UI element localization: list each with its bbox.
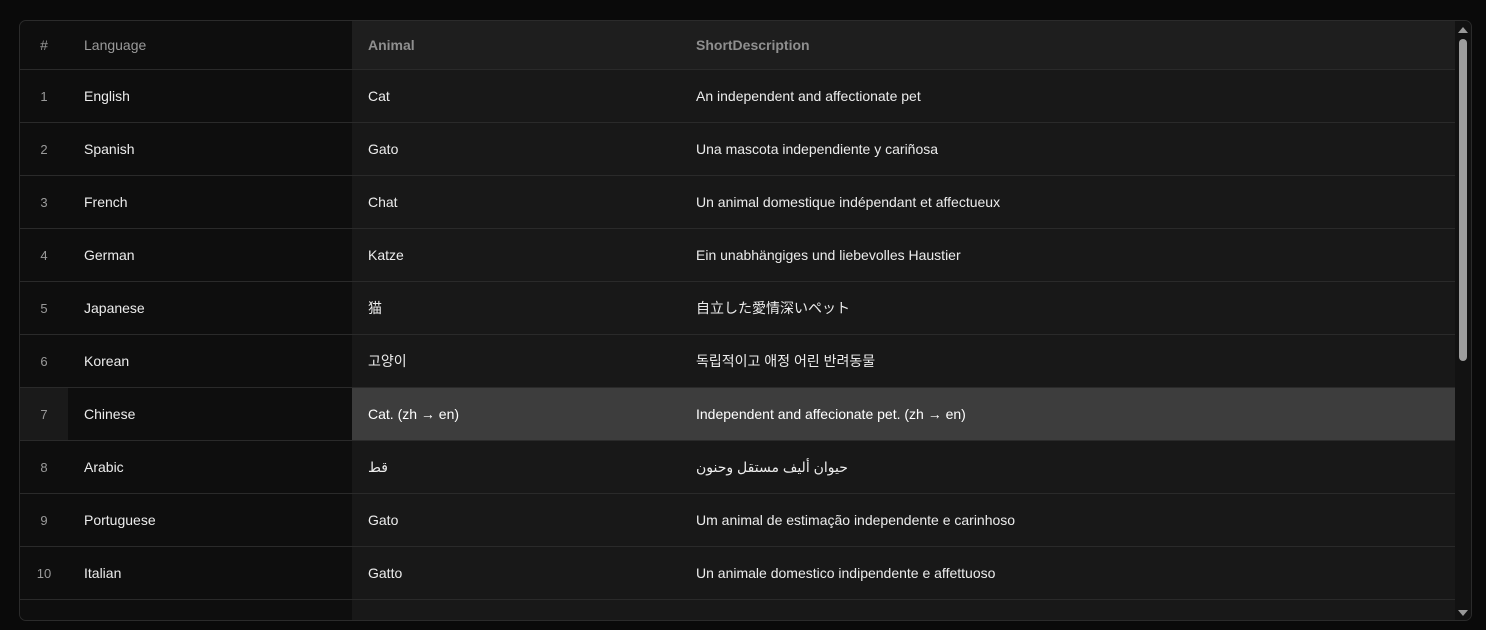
cell-animal[interactable]: Cat. (zh → en) xyxy=(352,388,680,440)
table-row[interactable]: 6 Korean 고양이 독립적이고 애정 어린 반려동물 xyxy=(20,335,1457,388)
grid-body: # Language Animal ShortDescription 1 Eng… xyxy=(20,21,1457,620)
cell-language[interactable]: English xyxy=(68,70,352,122)
cell-language[interactable]: Portuguese xyxy=(68,494,352,546)
row-index: 7 xyxy=(20,388,68,440)
data-grid: # Language Animal ShortDescription 1 Eng… xyxy=(19,20,1472,621)
cell-language[interactable] xyxy=(68,600,352,620)
cell-description[interactable]: حيوان أليف مستقل وحنون xyxy=(680,441,1457,493)
row-index: 8 xyxy=(20,441,68,493)
row-index: 10 xyxy=(20,547,68,599)
cell-animal[interactable]: Gato xyxy=(352,494,680,546)
cell-description[interactable]: An independent and affectionate pet xyxy=(680,70,1457,122)
cell-description[interactable] xyxy=(680,600,1457,620)
cell-description[interactable]: Independent and affecionate pet. (zh → e… xyxy=(680,388,1457,440)
cell-language[interactable]: French xyxy=(68,176,352,228)
row-index: 3 xyxy=(20,176,68,228)
cell-animal-text: قط xyxy=(368,458,388,475)
cell-animal[interactable]: Chat xyxy=(352,176,680,228)
vertical-scrollbar[interactable] xyxy=(1455,21,1471,620)
cell-description[interactable]: Un animale domestico indipendente e affe… xyxy=(680,547,1457,599)
table-row[interactable]: 2 Spanish Gato Una mascota independiente… xyxy=(20,123,1457,176)
cell-description-text: حيوان أليف مستقل وحنون xyxy=(696,458,848,475)
cell-animal[interactable]: Gato xyxy=(352,123,680,175)
cell-animal[interactable]: 猫 xyxy=(352,282,680,334)
cell-description[interactable]: Ein unabhängiges und liebevolles Haustie… xyxy=(680,229,1457,281)
table-row[interactable]: 8 Arabic قط حيوان أليف مستقل وحنون xyxy=(20,441,1457,494)
cell-animal[interactable] xyxy=(352,600,680,620)
cell-animal[interactable]: Katze xyxy=(352,229,680,281)
scroll-down-arrow-icon[interactable] xyxy=(1458,610,1468,616)
cell-language[interactable]: Spanish xyxy=(68,123,352,175)
row-index: 9 xyxy=(20,494,68,546)
cell-animal[interactable]: Gatto xyxy=(352,547,680,599)
scroll-up-arrow-icon[interactable] xyxy=(1458,27,1468,33)
cell-language[interactable]: Japanese xyxy=(68,282,352,334)
cell-language[interactable]: Korean xyxy=(68,335,352,387)
column-header-language[interactable]: Language xyxy=(68,21,352,69)
row-index: 4 xyxy=(20,229,68,281)
cell-description[interactable]: Um animal de estimação independente e ca… xyxy=(680,494,1457,546)
row-index xyxy=(20,600,68,620)
table-row[interactable]: 9 Portuguese Gato Um animal de estimação… xyxy=(20,494,1457,547)
table-row[interactable]: 3 French Chat Un animal domestique indép… xyxy=(20,176,1457,229)
cell-animal[interactable]: قط xyxy=(352,441,680,493)
table-row[interactable]: 10 Italian Gatto Un animale domestico in… xyxy=(20,547,1457,600)
table-row[interactable]: 4 German Katze Ein unabhängiges und lieb… xyxy=(20,229,1457,282)
cell-language[interactable]: Chinese xyxy=(68,388,352,440)
cell-animal[interactable]: 고양이 xyxy=(352,335,680,387)
row-index: 5 xyxy=(20,282,68,334)
header-row: # Language Animal ShortDescription xyxy=(20,21,1457,70)
scroll-thumb[interactable] xyxy=(1459,39,1467,361)
cell-description[interactable]: 自立した愛情深いペット xyxy=(680,282,1457,334)
cell-language[interactable]: Arabic xyxy=(68,441,352,493)
cell-animal[interactable]: Cat xyxy=(352,70,680,122)
cell-description[interactable]: Un animal domestique indépendant et affe… xyxy=(680,176,1457,228)
row-index: 2 xyxy=(20,123,68,175)
cell-description[interactable]: Una mascota independiente y cariñosa xyxy=(680,123,1457,175)
column-header-short-description[interactable]: ShortDescription xyxy=(680,21,1457,69)
table-row[interactable]: 5 Japanese 猫 自立した愛情深いペット xyxy=(20,282,1457,335)
table-row[interactable]: 1 English Cat An independent and affecti… xyxy=(20,70,1457,123)
cell-description[interactable]: 독립적이고 애정 어린 반려동물 xyxy=(680,335,1457,387)
cell-language[interactable]: German xyxy=(68,229,352,281)
row-index: 6 xyxy=(20,335,68,387)
table-row-partial[interactable] xyxy=(20,600,1457,620)
cell-language[interactable]: Italian xyxy=(68,547,352,599)
table-row-selected[interactable]: 7 Chinese Cat. (zh → en) Independent and… xyxy=(20,388,1457,441)
column-header-animal[interactable]: Animal xyxy=(352,21,680,69)
column-header-index[interactable]: # xyxy=(20,21,68,69)
row-index: 1 xyxy=(20,70,68,122)
